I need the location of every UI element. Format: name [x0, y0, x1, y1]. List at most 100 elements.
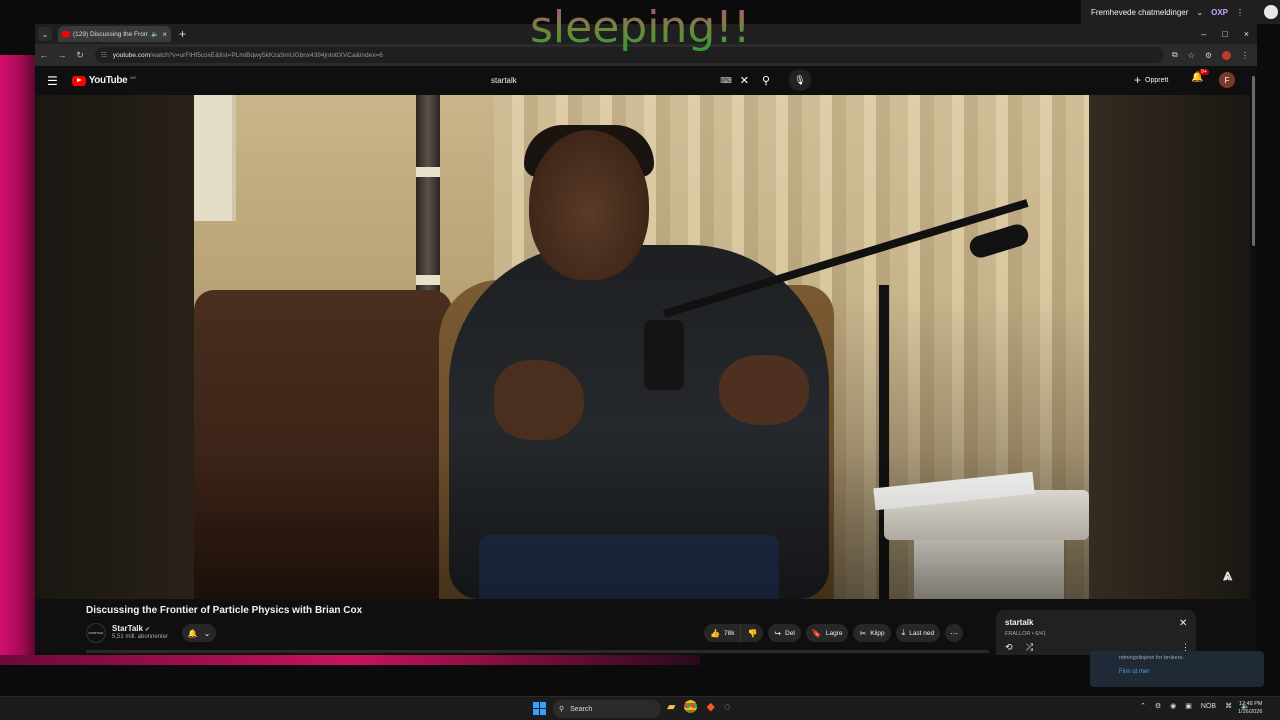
microphone-icon: 🎙	[794, 74, 806, 85]
video-frame[interactable]	[194, 95, 1089, 599]
create-label: Opprett	[1145, 76, 1169, 84]
playlist-close-icon[interactable]: ✕	[1179, 618, 1187, 629]
playlist-title[interactable]: startalk	[1005, 618, 1033, 627]
bookmark-icon: 🔖	[811, 628, 822, 638]
language-indicator[interactable]: NOB	[1201, 703, 1216, 710]
save-label: Lagre	[825, 629, 843, 637]
menu-icon[interactable]: ☰	[47, 74, 58, 88]
scissors-icon: ✂	[859, 628, 867, 638]
dislike-button[interactable]: 👎	[741, 624, 764, 642]
clock-time: 12:48 PM	[1238, 701, 1263, 707]
file-explorer-icon[interactable]: ▰	[667, 700, 675, 713]
description-divider	[86, 650, 989, 653]
avatar[interactable]	[1264, 5, 1278, 19]
speaker-icon[interactable]: 🔈	[151, 30, 159, 38]
scene-vignette	[194, 95, 1089, 599]
clock[interactable]: 12:48 PM 1/26/2026	[1238, 700, 1262, 716]
minimize-button[interactable]: –	[1201, 29, 1206, 39]
browser-menu-icon[interactable]: ⋮	[1241, 51, 1249, 60]
notification-text: retningslinjene for brukere.	[1119, 655, 1185, 661]
clear-search-icon[interactable]: ✕	[740, 74, 749, 87]
back-button[interactable]: ←	[35, 50, 53, 60]
search-icon: ⚲	[761, 74, 771, 87]
create-button[interactable]: + Opprett	[1134, 72, 1168, 88]
voice-search-button[interactable]: 🎙	[789, 69, 811, 91]
channel-name[interactable]: StarTalk ✔	[112, 624, 150, 633]
scrollbar-thumb[interactable]	[1252, 76, 1255, 246]
share-icon: ↪	[774, 628, 782, 638]
country-code: NO	[130, 75, 137, 80]
keyboard-icon[interactable]: ⌨	[720, 76, 732, 85]
clip-button[interactable]: ✂ Klipp	[853, 624, 891, 642]
brave-icon[interactable]: ◆	[706, 700, 714, 713]
install-app-icon[interactable]: ⧉	[1172, 50, 1178, 60]
url-path: /watch?v=urFlHf5coxE&list=PLmiBqwy5kKzaS…	[150, 51, 383, 59]
share-button[interactable]: ↪ Del	[768, 624, 801, 642]
tray-app-icon[interactable]: ▣	[1185, 702, 1192, 710]
tab-search-button[interactable]: ⌄	[38, 27, 52, 41]
avatar[interactable]: F	[1219, 72, 1235, 88]
tab-title: (129) Discussing the Fronti	[73, 30, 149, 38]
app-icon[interactable]: ◌	[724, 701, 731, 713]
share-label: Del	[785, 629, 795, 637]
new-tab-button[interactable]: +	[179, 27, 186, 41]
tab-youtube[interactable]: (129) Discussing the Fronti 🔈 ×	[58, 26, 171, 42]
like-button[interactable]: 👍 78k	[704, 624, 742, 642]
close-window-button[interactable]: ×	[1244, 29, 1249, 39]
youtube-logo[interactable]: YouTube NO	[71, 75, 137, 86]
windows-start-icon[interactable]	[533, 702, 546, 715]
loop-icon[interactable]: ⟲	[1005, 642, 1013, 653]
thumbs-up-icon: 👍	[710, 628, 720, 638]
video-player[interactable]: ⩓	[35, 95, 1250, 599]
site-info-icon[interactable]: ☷	[101, 51, 107, 59]
network-icon[interactable]: ⌘	[1225, 702, 1232, 710]
download-button[interactable]: ⤓ Last ned	[895, 624, 941, 642]
search-button[interactable]: ⚲	[755, 69, 777, 91]
url-host: youtube.com	[112, 51, 151, 59]
shuffle-icon[interactable]: ⤮	[1026, 642, 1033, 653]
youtube-wordmark: YouTube	[88, 75, 128, 86]
like-count: 78k	[723, 629, 735, 637]
notification-count-badge: 9+	[1199, 69, 1209, 75]
channel-avatar[interactable]: STARTALK	[86, 623, 106, 643]
taskbar-search[interactable]: ⚲ Search	[553, 700, 661, 718]
thumbs-down-icon: 👎	[747, 628, 758, 638]
overlay-caption: sleeping!!	[530, 2, 751, 53]
more-menu-icon[interactable]: ⋮	[1236, 8, 1244, 17]
tray-app-icon[interactable]: ⚙	[1155, 702, 1161, 710]
featured-chat-pill[interactable]: Fremhevede chatmeldinger ⌄ OXP ⋮	[1081, 0, 1280, 24]
channel-row: STARTALK StarTalk ✔ 5,51 mill. abonnenter…	[86, 622, 996, 644]
tab-close-icon[interactable]: ×	[162, 30, 167, 39]
clip-label: Klipp	[870, 629, 885, 637]
notification-popup: retningslinjene for brukere. Finn ut mer	[1090, 651, 1264, 687]
search-input[interactable]: startalk ⌨ ✕	[483, 69, 749, 91]
tray-chevron-icon[interactable]: ⌃	[1140, 702, 1146, 710]
taskbar-search-label: Search	[570, 705, 593, 713]
wallpaper-strip	[0, 655, 700, 665]
tray-app-icon[interactable]: ◉	[1170, 702, 1176, 710]
search-query: startalk	[491, 75, 517, 85]
channel-watermark-icon[interactable]: ⩓	[1223, 567, 1232, 585]
forward-button[interactable]: →	[53, 50, 71, 60]
extensions-icon[interactable]: ⚙	[1205, 51, 1212, 60]
system-tray: ⌃ ⚙ ◉ ▣ NOB ⌘ 🔈	[1140, 702, 1250, 711]
verified-icon: ✔	[144, 627, 151, 633]
notification-settings-button[interactable]: 🔔 ⌄	[182, 624, 216, 642]
desktop-wallpaper	[0, 55, 36, 663]
reload-button[interactable]: ↻	[71, 50, 89, 61]
youtube-header: ☰ YouTube NO startalk ⌨ ✕ ⚲ 🎙 + Opprett …	[35, 66, 1257, 95]
profile-extension-icon[interactable]	[1222, 50, 1231, 60]
youtube-play-icon	[71, 75, 86, 86]
save-button[interactable]: 🔖 Lagre	[805, 624, 849, 642]
chevron-down-icon[interactable]: ⌄	[1196, 8, 1203, 17]
maximize-button[interactable]: □	[1222, 29, 1227, 39]
oxp-badge[interactable]: OXP	[1211, 8, 1228, 17]
download-label: Last ned	[909, 629, 935, 637]
learn-more-link[interactable]: Finn ut mer	[1119, 669, 1149, 675]
more-actions-button[interactable]: ⋯	[945, 624, 964, 642]
taskbar: ⚲ Search ▰ ◆ ◌ ⌃ ⚙ ◉ ▣ NOB ⌘ 🔈 12:48 PM …	[0, 696, 1280, 720]
browser-window: ⌄ (129) Discussing the Fronti 🔈 × + – □ …	[35, 24, 1257, 655]
bookmark-star-icon[interactable]: ☆	[1188, 51, 1195, 60]
chrome-icon[interactable]	[684, 700, 698, 713]
address-bar-actions: ⧉ ☆ ⚙ ⋮	[1172, 50, 1249, 60]
